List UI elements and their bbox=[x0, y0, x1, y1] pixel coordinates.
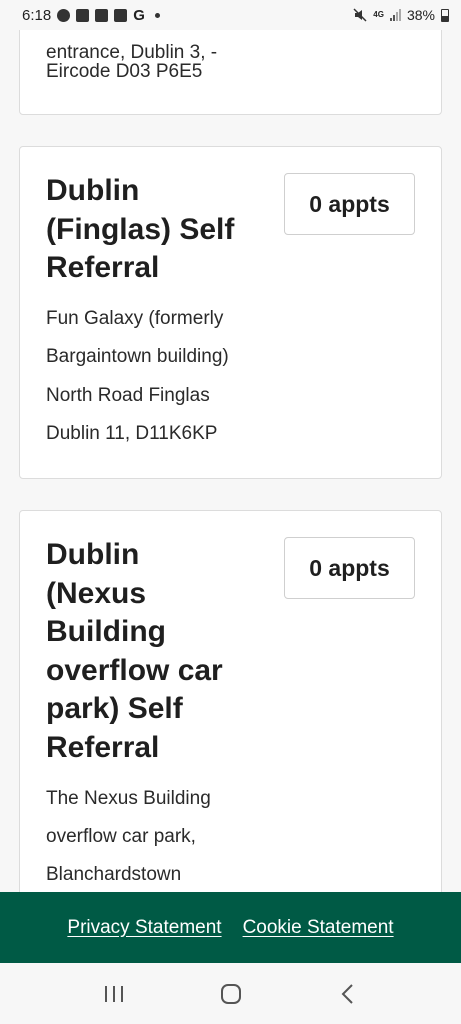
title-line: Referral bbox=[46, 251, 160, 284]
google-icon: G bbox=[133, 6, 145, 24]
recents-icon bbox=[104, 985, 123, 1002]
sync-icon bbox=[57, 8, 71, 22]
location-card: Dublin (Nexus Building overflow car park… bbox=[19, 510, 442, 930]
location-card: Dublin (Finglas) Self Referral 0 appts F… bbox=[19, 146, 442, 479]
battery-icon bbox=[441, 8, 449, 22]
location-title: Dublin (Nexus Building overflow car park… bbox=[46, 536, 246, 767]
address-line: Bargaintown building) bbox=[46, 346, 229, 367]
back-button[interactable] bbox=[328, 974, 368, 1014]
title-line: Dublin bbox=[46, 174, 140, 207]
title-line: (Nexus bbox=[46, 576, 147, 610]
cookie-statement-link[interactable]: Cookie Statement bbox=[243, 917, 394, 939]
home-icon bbox=[220, 983, 241, 1004]
appointments-button[interactable]: 0 appts bbox=[284, 173, 415, 235]
battery-percent: 38% bbox=[406, 7, 435, 23]
footer: Privacy Statement Cookie Statement bbox=[0, 892, 461, 963]
title-line: overflow car bbox=[46, 653, 223, 687]
image-icon bbox=[114, 8, 128, 22]
address-line: The Nexus Building bbox=[46, 788, 211, 809]
app-icon bbox=[76, 8, 90, 22]
appointments-button[interactable]: 0 appts bbox=[284, 537, 415, 599]
address-line: Blanchardstown bbox=[46, 864, 182, 885]
system-nav-bar bbox=[0, 963, 461, 1024]
address-line: Eircode D03 P6E5 bbox=[46, 61, 203, 82]
checkbox-icon bbox=[95, 8, 109, 22]
dot-icon bbox=[154, 12, 160, 18]
address-line: Dublin 11, D11K6KP bbox=[46, 423, 218, 444]
location-title: Dublin (Finglas) Self Referral bbox=[46, 172, 246, 288]
privacy-statement-link[interactable]: Privacy Statement bbox=[67, 917, 221, 939]
address-line: North Road Finglas bbox=[46, 385, 210, 406]
title-line: Building bbox=[46, 615, 166, 648]
mute-icon bbox=[353, 8, 367, 22]
title-line: (Finglas) Self bbox=[46, 212, 235, 246]
title-line: park) Self bbox=[46, 692, 183, 725]
title-line: Referral bbox=[46, 730, 160, 764]
recents-button[interactable] bbox=[94, 974, 134, 1014]
address-line: Fun Galaxy (formerly bbox=[46, 308, 224, 329]
status-bar: 6:18 G 4G 38% bbox=[0, 0, 461, 30]
title-line: Dublin bbox=[46, 538, 140, 571]
back-icon bbox=[341, 983, 353, 1004]
home-button[interactable] bbox=[211, 974, 251, 1014]
status-time: 6:18 bbox=[22, 6, 52, 24]
network-indicator: 4G bbox=[373, 10, 384, 19]
address-line: overflow car park, bbox=[46, 826, 196, 847]
signal-icon bbox=[389, 9, 401, 21]
